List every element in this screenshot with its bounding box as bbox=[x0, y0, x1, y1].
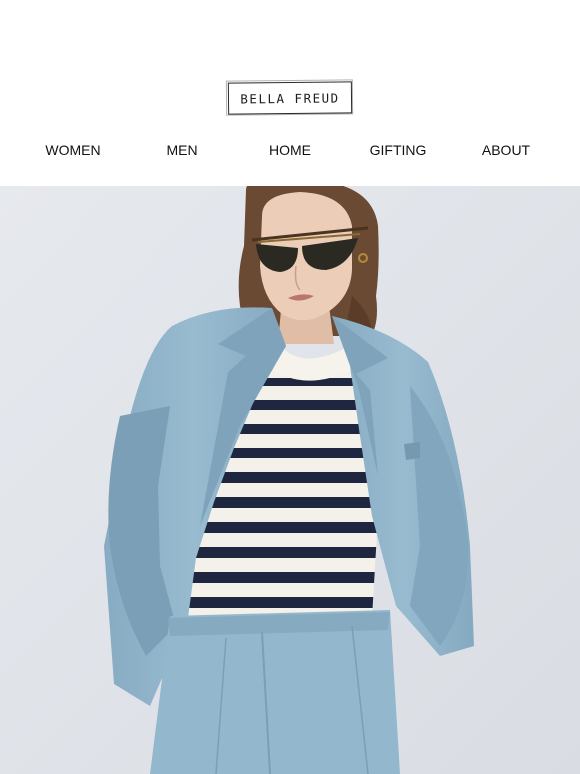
brand-logo-text: BELLA FREUD bbox=[240, 89, 340, 107]
nav-item-women[interactable]: WOMEN bbox=[45, 142, 100, 158]
nav-item-gifting[interactable]: GIFTING bbox=[370, 142, 427, 158]
hero-image-link[interactable] bbox=[0, 186, 580, 774]
nav-item-home[interactable]: HOME bbox=[269, 142, 311, 158]
brand-logo[interactable]: BELLA FREUD bbox=[227, 81, 353, 115]
nav-item-men[interactable]: MEN bbox=[166, 142, 197, 158]
email-header: BELLA FREUD WOMEN MEN HOME GIFTING ABOUT bbox=[0, 0, 580, 186]
nav-item-about[interactable]: ABOUT bbox=[482, 142, 530, 158]
main-navigation: WOMEN MEN HOME GIFTING ABOUT bbox=[0, 142, 580, 160]
hero-photo-model-blue-blazer-striped-sweater bbox=[0, 186, 580, 774]
